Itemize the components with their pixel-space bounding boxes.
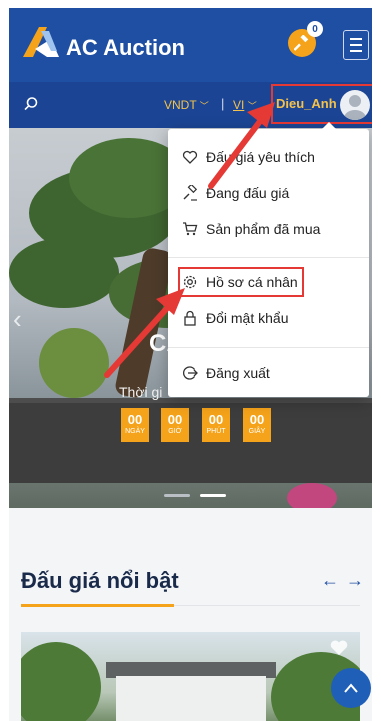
annotation-arrows [104,102,275,378]
app-frame: AC Auction 0 VNDT ﹀ | VI ﹀ Dieu_Anh ‹ Th… [9,8,372,721]
